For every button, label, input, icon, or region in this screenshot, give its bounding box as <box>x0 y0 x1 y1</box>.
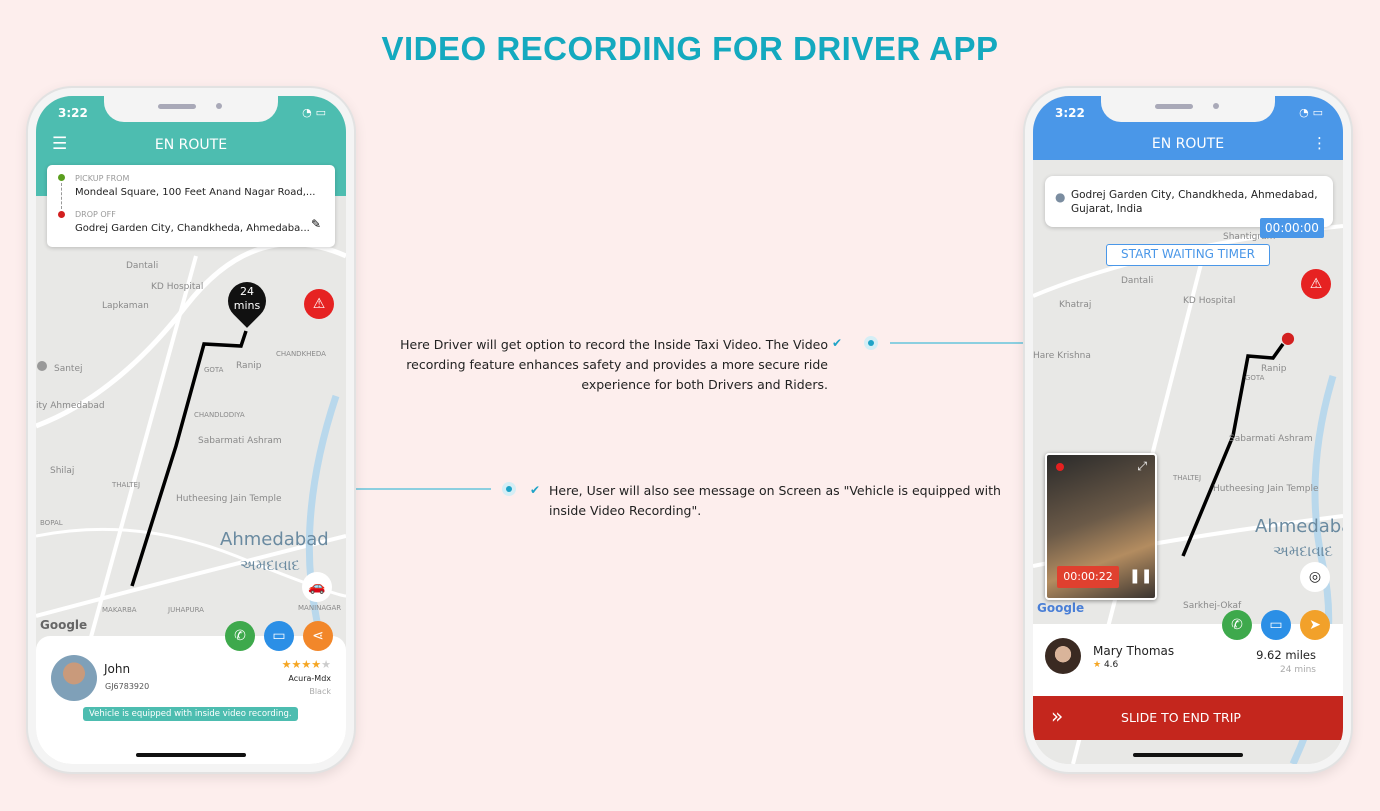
status-time: 3:22 <box>1055 106 1085 120</box>
rider-name: Mary Thomas <box>1093 644 1175 658</box>
callout-dot <box>864 336 878 350</box>
avatar <box>51 655 97 701</box>
recording-indicator-icon <box>1056 463 1064 471</box>
share-button[interactable]: ⋖ <box>303 621 333 651</box>
car-color: Black <box>309 687 331 696</box>
battery-icon: ◔ ▭ <box>1299 106 1323 119</box>
trip-distance: 9.62 miles <box>1256 648 1316 662</box>
car-model: Acura-Mdx <box>288 674 331 683</box>
location-pin-icon: ● <box>1055 190 1066 204</box>
start-waiting-timer-button[interactable]: START WAITING TIMER <box>1106 244 1270 266</box>
driver-name: John <box>104 662 131 676</box>
wait-timer: 00:00:00 <box>1260 218 1324 238</box>
connector-line <box>355 488 491 490</box>
battery-icon: ◔ ▭ <box>302 106 326 119</box>
callout-notice: Here, User will also see message on Scre… <box>549 483 1001 518</box>
trip-card: PICKUP FROM Mondeal Square, 100 Feet Ana… <box>47 165 335 247</box>
video-recording-notice: Vehicle is equipped with inside video re… <box>83 707 298 721</box>
connector-line <box>890 342 1026 344</box>
slide-to-end-trip-button[interactable]: » SLIDE TO END TRIP <box>1033 696 1343 740</box>
recenter-icon[interactable]: ◎ <box>1300 562 1330 592</box>
driver-panel: John GJ6783920 ★★★★★ Acura-Mdx Black Veh… <box>36 636 346 764</box>
edit-icon[interactable]: ✎ <box>311 217 321 231</box>
destination-pin-icon: ● <box>1281 328 1295 347</box>
menu-icon[interactable]: ☰ <box>52 134 67 154</box>
destination-address: Godrej Garden City, Chandkheda, Ahmedaba… <box>1071 189 1318 215</box>
header-title: EN ROUTE <box>1151 136 1225 152</box>
drop-dot <box>58 211 65 218</box>
expand-icon[interactable]: ⤢ <box>1137 459 1147 474</box>
page-title: VIDEO RECORDING FOR DRIVER APP <box>381 30 999 67</box>
home-indicator <box>1133 753 1243 757</box>
rider-rating: ★ 4.6 <box>1093 660 1119 670</box>
google-logo: Google <box>40 618 88 632</box>
pause-button[interactable]: ❚❚ <box>1129 568 1152 584</box>
google-logo: Google <box>1037 601 1085 615</box>
sos-alarm-icon[interactable]: ⚠ <box>304 289 334 319</box>
rider-phone: 3:22 ◔ ▭ Shantigram Dantali KD Hospital … <box>1025 88 1351 772</box>
check-icon: ✔ <box>832 336 843 350</box>
vehicle-location-icon[interactable]: 🚗 <box>302 572 332 602</box>
driver-id: GJ6783920 <box>105 682 150 691</box>
avatar <box>1045 638 1081 674</box>
sos-alarm-icon[interactable]: ⚠ <box>1301 269 1331 299</box>
callout-dot <box>502 482 516 496</box>
trip-duration: 24 mins <box>1280 665 1316 675</box>
home-indicator <box>136 753 246 757</box>
drop-address: Godrej Garden City, Chandkheda, Ahmedaba… <box>75 223 310 234</box>
call-button[interactable]: ✆ <box>1222 610 1252 640</box>
pickup-address: Mondeal Square, 100 Feet Anand Nagar Roa… <box>75 187 316 198</box>
check-icon: ✔ <box>530 483 541 497</box>
navigate-button[interactable]: ➤ <box>1300 610 1330 640</box>
chat-button[interactable]: ▭ <box>1261 610 1291 640</box>
call-button[interactable]: ✆ <box>225 621 255 651</box>
video-recording-preview[interactable]: ⤢ 00:00:22 ❚❚ <box>1045 453 1157 600</box>
chat-button[interactable]: ▭ <box>264 621 294 651</box>
recording-time: 00:00:22 <box>1057 566 1119 588</box>
more-options-icon[interactable]: ⋮ <box>1312 134 1327 152</box>
status-time: 3:22 <box>58 106 88 120</box>
rider-panel: Mary Thomas ★ 4.6 9.62 miles 24 mins <box>1033 624 1343 696</box>
driver-phone: 3:22 ◔ ▭ KD Hospital Lapkaman Dantali Sa… <box>28 88 354 772</box>
callout-recording: Here Driver will get option to record th… <box>400 337 828 392</box>
header-title: EN ROUTE <box>154 137 228 153</box>
pickup-dot <box>58 174 65 181</box>
rating-stars: ★★★★★ <box>281 658 331 671</box>
